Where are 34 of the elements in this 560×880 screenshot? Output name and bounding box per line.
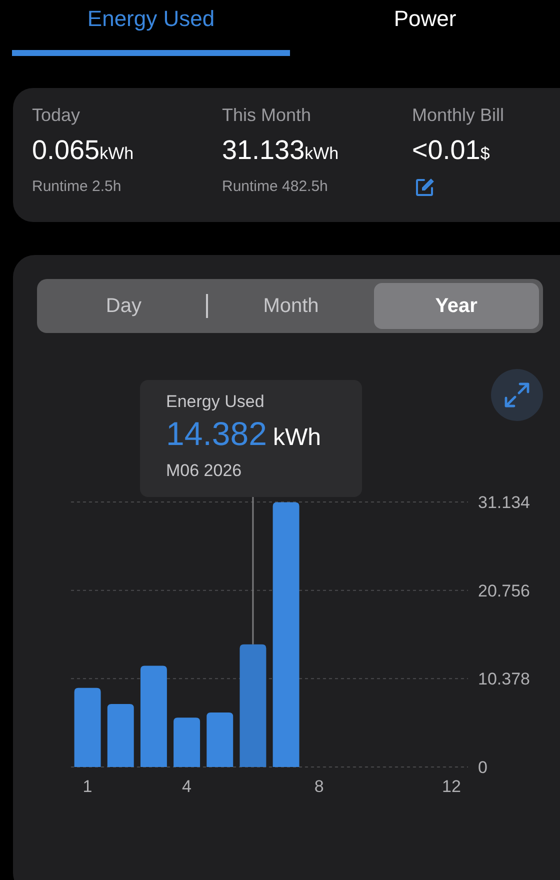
x-axis-label: 4 (182, 777, 192, 796)
period-option[interactable]: Day (41, 283, 206, 329)
x-axis-label: 8 (314, 777, 324, 796)
bar[interactable] (272, 502, 300, 767)
stat-value: 0.065kWh (32, 134, 135, 167)
bar[interactable] (174, 718, 200, 767)
edit-icon[interactable] (415, 178, 434, 197)
stat-label: Monthly Bill (412, 104, 506, 127)
y-axis-label: 0 (478, 758, 488, 777)
tooltip-value: 14.382 kWh (166, 414, 322, 454)
x-axis-label: 12 (442, 777, 461, 796)
expand-button[interactable] (491, 369, 543, 421)
stat-label: This Month (222, 104, 312, 127)
tab[interactable]: Energy Used (12, 0, 290, 56)
tooltip-title: Energy Used (166, 392, 266, 412)
x-axis-label: 1 (82, 777, 92, 796)
bar[interactable] (107, 704, 134, 767)
tab[interactable]: Power (290, 0, 560, 56)
y-axis-label: 10.378 (478, 670, 530, 689)
period-option[interactable]: Year (374, 283, 539, 329)
y-axis-label: 20.756 (478, 581, 530, 600)
runtime-text: Runtime 2.5h (32, 177, 122, 197)
bar[interactable] (206, 712, 234, 767)
stat-value: <0.01$ (412, 134, 491, 167)
expand-icon (503, 381, 531, 409)
bar[interactable] (74, 688, 101, 767)
period-option[interactable]: Month (208, 283, 374, 329)
y-axis-label: 31.134 (478, 493, 530, 512)
tooltip-date: M06 2026 (166, 460, 243, 482)
runtime-text: Runtime 482.5h (222, 177, 329, 197)
bar[interactable] (240, 644, 266, 767)
bar[interactable] (140, 666, 167, 767)
stat-value: 31.133kWh (222, 134, 340, 167)
stat-label: Today (32, 104, 82, 127)
